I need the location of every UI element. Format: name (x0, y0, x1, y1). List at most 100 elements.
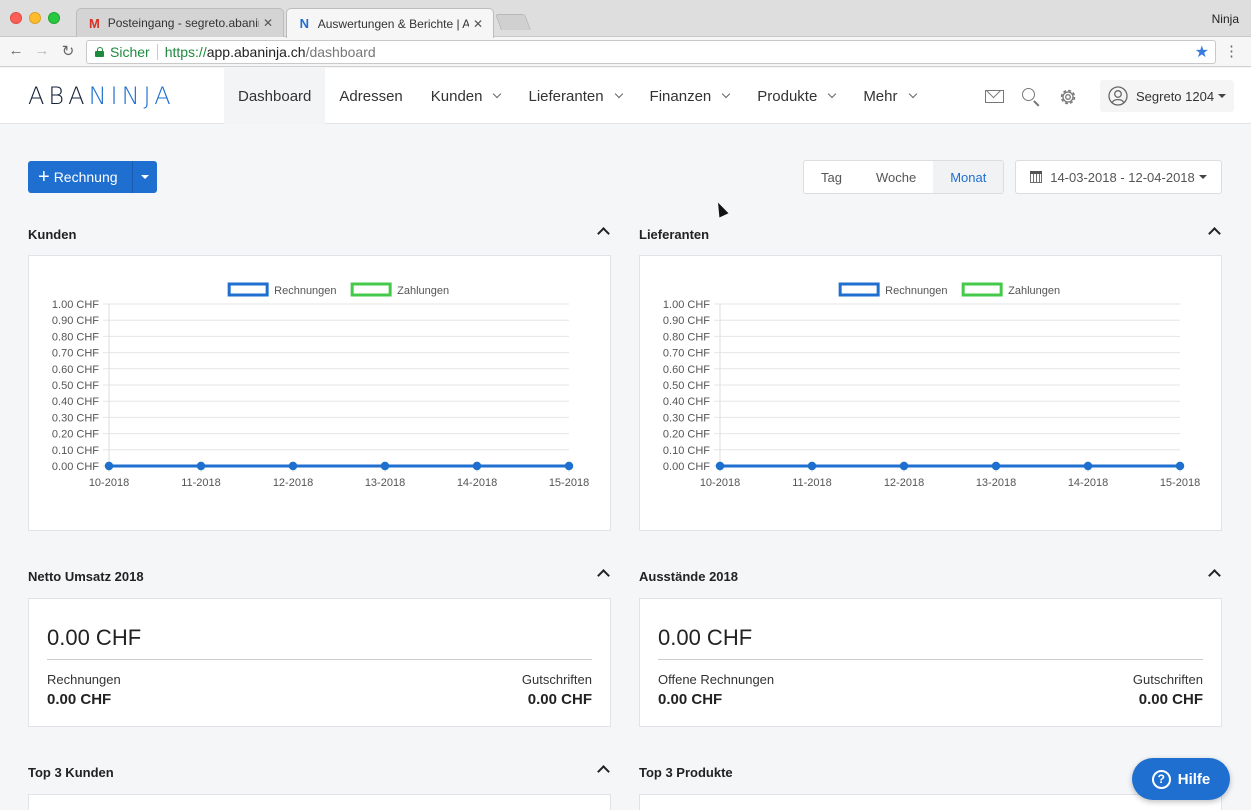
invoices-value: 0.00 CHF (47, 691, 112, 708)
y-tick-label: 1.00 CHF (663, 299, 710, 311)
tab-title: Posteingang - segreto.abaninja (107, 16, 259, 30)
data-point (196, 461, 206, 471)
browser-menu-icon[interactable]: ⋮ (1224, 42, 1239, 60)
y-tick-label: 1.00 CHF (52, 299, 99, 311)
user-menu[interactable]: Segreto 1204 (1100, 80, 1235, 112)
abaninja-favicon-icon: N (299, 16, 310, 31)
logo-part-ninja: NINJA (88, 82, 175, 110)
tab-close-icon[interactable]: ✕ (473, 17, 483, 31)
net-revenue-panel-title: Netto Umsatz 2018 (28, 569, 144, 584)
nav-finanzen[interactable]: Finanzen (636, 68, 744, 124)
x-tick-label: 14-2018 (1068, 477, 1108, 489)
data-point (380, 461, 390, 471)
nav-dashboard[interactable]: Dashboard (224, 68, 326, 124)
nav-label: Mehr (863, 87, 898, 105)
x-tick-label: 10-2018 (700, 477, 740, 489)
y-tick-label: 0.70 CHF (663, 348, 710, 360)
nav-produkte[interactable]: Produkte (743, 68, 849, 124)
date-range-value: 14-03-2018 - 12-04-2018 (1050, 169, 1195, 185)
nav-kunden[interactable]: Kunden (417, 68, 515, 124)
reload-icon[interactable]: ↻ (59, 42, 77, 60)
suppliers-chart-card: Rechnungen Zahlungen 0.00 CHF 0.10 CHF 0.20 … (639, 255, 1222, 531)
outstanding-total: 0.00 CHF (658, 625, 753, 650)
y-tick-label: 0.20 CHF (52, 429, 99, 441)
nav-lieferanten[interactable]: Lieferanten (514, 68, 635, 124)
y-tick-label: 0.80 CHF (663, 331, 710, 343)
period-tag-button[interactable]: Tag (804, 161, 859, 193)
url-scheme: https:// (164, 44, 207, 60)
plus-icon: + (38, 166, 50, 188)
caret-down-icon (1218, 94, 1227, 98)
customers-chart: Rechnungen Zahlungen 0.00 CHF 0.10 CHF 0.20 … (52, 282, 589, 489)
y-tick-label: 0.50 CHF (663, 380, 710, 392)
browser-tab-gmail[interactable]: M Posteingang - segreto.abaninja ✕ (76, 8, 284, 37)
new-tab-button[interactable] (495, 14, 531, 30)
data-point (1083, 461, 1093, 471)
calendar-icon (1030, 171, 1043, 183)
gmail-icon: M (88, 15, 100, 31)
legend-label: Zahlungen (1008, 285, 1060, 297)
y-tick-label: 0.20 CHF (663, 429, 710, 441)
search-icon[interactable] (1020, 86, 1042, 108)
y-tick-label: 0.30 CHF (52, 412, 99, 424)
tab-close-icon[interactable]: ✕ (263, 16, 273, 30)
abaninja-logo[interactable]: ABANINJA (28, 82, 175, 110)
logo-part-aba: ABA (28, 82, 89, 110)
invoices-label: Rechnungen (47, 672, 121, 687)
legend-swatch (961, 282, 1003, 297)
nav-label: Dashboard (238, 87, 312, 105)
open-invoices-value: 0.00 CHF (658, 691, 723, 708)
collapse-chevron-up-icon[interactable] (597, 227, 610, 240)
browser-tab-strip: M Posteingang - segreto.abaninja ✕ N Aus… (0, 0, 1251, 38)
date-range-picker[interactable]: 14-03-2018 - 12-04-2018 (1015, 160, 1222, 194)
x-tick-label: 11-2018 (792, 477, 832, 489)
nav-label: Lieferanten (528, 87, 604, 105)
credit-notes-value: 0.00 CHF (527, 691, 592, 708)
collapse-chevron-up-icon[interactable] (1208, 569, 1221, 582)
collapse-chevron-up-icon[interactable] (1208, 227, 1221, 240)
y-tick-label: 0.10 CHF (663, 445, 710, 457)
user-avatar-icon (1108, 86, 1128, 106)
nav-adressen[interactable]: Adressen (325, 68, 416, 124)
window-zoom-button[interactable] (48, 12, 60, 24)
help-button[interactable]: ? Hilfe (1132, 758, 1230, 800)
new-invoice-dropdown-toggle[interactable] (131, 161, 157, 193)
x-tick-label: 10-2018 (89, 477, 129, 489)
url-path: /dashboard (305, 44, 376, 60)
data-point (807, 461, 817, 471)
back-arrow-icon[interactable]: ← (7, 42, 25, 59)
browser-tab-abaninja[interactable]: N Auswertungen & Berichte | Aba ✕ (286, 8, 494, 38)
browser-profile-name[interactable]: Ninja (1212, 12, 1239, 26)
legend-swatch (227, 282, 269, 297)
app-header: ABANINJA Dashboard Adressen Kunden Liefe… (0, 68, 1251, 124)
window-close-button[interactable] (10, 12, 22, 24)
new-invoice-button[interactable]: + Rechnung (28, 161, 132, 193)
x-tick-label: 11-2018 (181, 477, 221, 489)
top-products-card (639, 794, 1222, 810)
top-customers-card (28, 794, 611, 810)
collapse-chevron-up-icon[interactable] (597, 765, 610, 778)
suppliers-panel-title: Lieferanten (639, 227, 710, 242)
nav-label: Adressen (339, 87, 403, 105)
main-navigation: Dashboard Adressen Kunden Lieferanten Fi… (224, 68, 930, 124)
forward-arrow-icon[interactable]: → (33, 42, 51, 59)
caret-down-icon (140, 175, 149, 179)
period-woche-button[interactable]: Woche (859, 161, 933, 193)
nav-label: Finanzen (649, 87, 712, 105)
suppliers-chart: Rechnungen Zahlungen 0.00 CHF 0.10 CHF 0.20 … (663, 282, 1200, 489)
address-separator (156, 44, 158, 60)
gear-icon[interactable] (1057, 86, 1079, 108)
nav-mehr[interactable]: Mehr (849, 68, 929, 124)
x-tick-label: 15-2018 (549, 477, 589, 489)
top-customers-panel-title: Top 3 Kunden (28, 765, 114, 780)
chevron-down-icon (908, 89, 917, 99)
window-minimize-button[interactable] (29, 12, 41, 24)
credit-notes-label: Gutschriften (1132, 672, 1203, 687)
mail-icon[interactable] (984, 82, 1006, 108)
collapse-chevron-up-icon[interactable] (597, 569, 610, 582)
period-monat-button[interactable]: Monat (933, 161, 1004, 193)
address-bar[interactable]: Sicher https://app.abaninja.ch/dashboard… (86, 40, 1216, 64)
legend-swatch (838, 282, 880, 297)
net-revenue-total: 0.00 CHF (47, 625, 142, 650)
bookmark-star-icon[interactable]: ★ (1195, 42, 1209, 62)
